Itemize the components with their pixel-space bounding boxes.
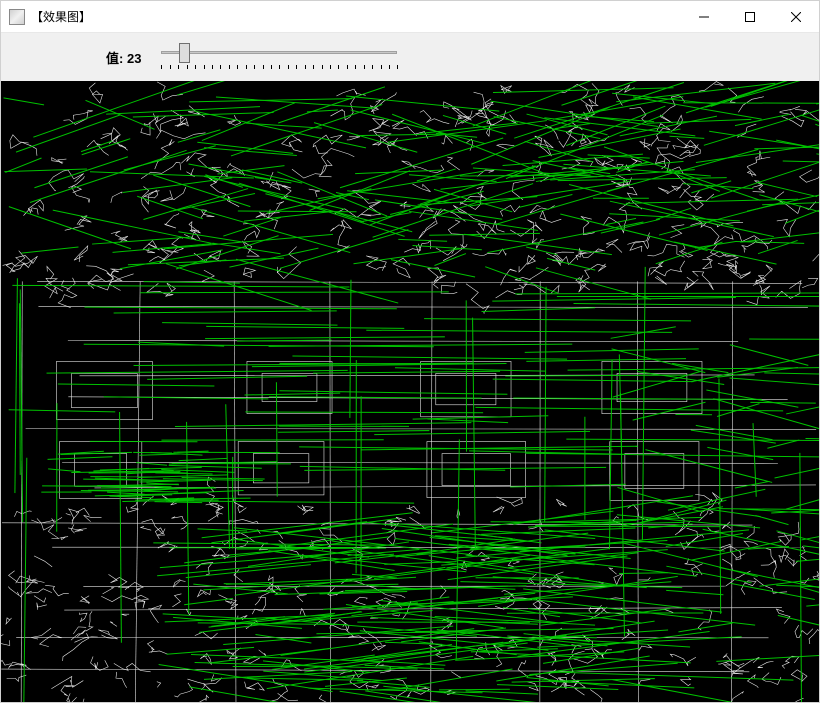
slider-thumb[interactable] [179, 43, 190, 63]
threshold-slider[interactable] [153, 43, 405, 67]
titlebar: 【效果图】 [1, 1, 819, 33]
app-icon [9, 9, 25, 25]
titlebar-left: 【效果图】 [9, 8, 91, 25]
toolbar: 值: 23 [1, 33, 819, 81]
window-controls [681, 1, 819, 32]
minimize-button[interactable] [681, 1, 727, 32]
maximize-button[interactable] [727, 1, 773, 32]
value-label: 值: 23 [106, 48, 141, 67]
slider-ticks [153, 65, 405, 71]
image-canvas [1, 81, 819, 702]
main-window: 【效果图】 值: 23 [0, 0, 820, 703]
close-icon [791, 12, 801, 22]
slider-track [161, 51, 397, 54]
trackbar-container [153, 43, 405, 71]
edge-detection-svg [1, 81, 819, 702]
window-title: 【效果图】 [31, 8, 91, 25]
maximize-icon [745, 12, 755, 22]
minimize-icon [699, 12, 709, 22]
close-button[interactable] [773, 1, 819, 32]
